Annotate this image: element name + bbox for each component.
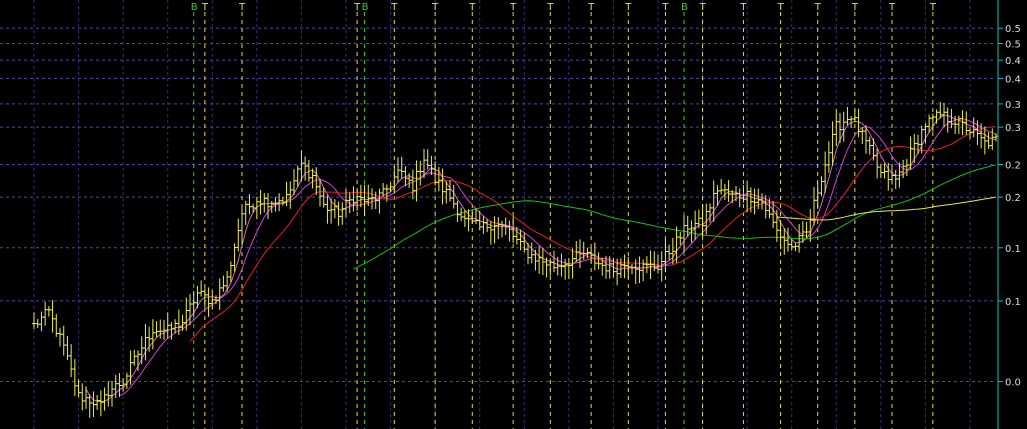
signal-label: T (929, 2, 937, 13)
signal-label: T (814, 2, 822, 13)
signal-label: T (431, 2, 439, 13)
signal-label: T (661, 2, 669, 13)
y-tick-label: 0.5 (1005, 39, 1021, 50)
signal-label: T (509, 2, 517, 13)
signal-label: B (362, 2, 369, 13)
signal-label: T (468, 2, 476, 13)
signal-label: T (587, 2, 595, 13)
signal-label: B (681, 2, 688, 13)
signal-label: T (624, 2, 632, 13)
y-tick-label: 0.2 (1005, 193, 1021, 204)
signal-label: T (390, 2, 398, 13)
signal-label: T (201, 2, 209, 13)
y-tick-label: 0.3 (1005, 100, 1021, 111)
signal-label: T (699, 2, 707, 13)
y-tick-label: 0.2 (1005, 161, 1021, 172)
signal-label: T (739, 2, 747, 13)
signal-label: T (238, 2, 246, 13)
signal-label: T (777, 2, 785, 13)
y-tick-label: 0.1 (1005, 244, 1021, 255)
y-tick-label: 0.5 (1005, 24, 1021, 35)
stock-chart: BTTTBTTTTTTTTBTTTTTTT 0.50.50.40.40.30.3… (0, 0, 1027, 429)
signal-label: T (888, 2, 896, 13)
y-tick-label: 0.4 (1005, 74, 1021, 85)
signal-label: T (851, 2, 859, 13)
y-tick-label: 0.3 (1005, 123, 1021, 134)
y-tick-label: 0.1 (1005, 297, 1021, 308)
y-tick-label: 0.0 (1005, 378, 1021, 389)
signal-label: T (353, 2, 361, 13)
signal-label: B (191, 2, 198, 13)
y-tick-label: 0.4 (1005, 56, 1021, 67)
signal-label: T (546, 2, 554, 13)
